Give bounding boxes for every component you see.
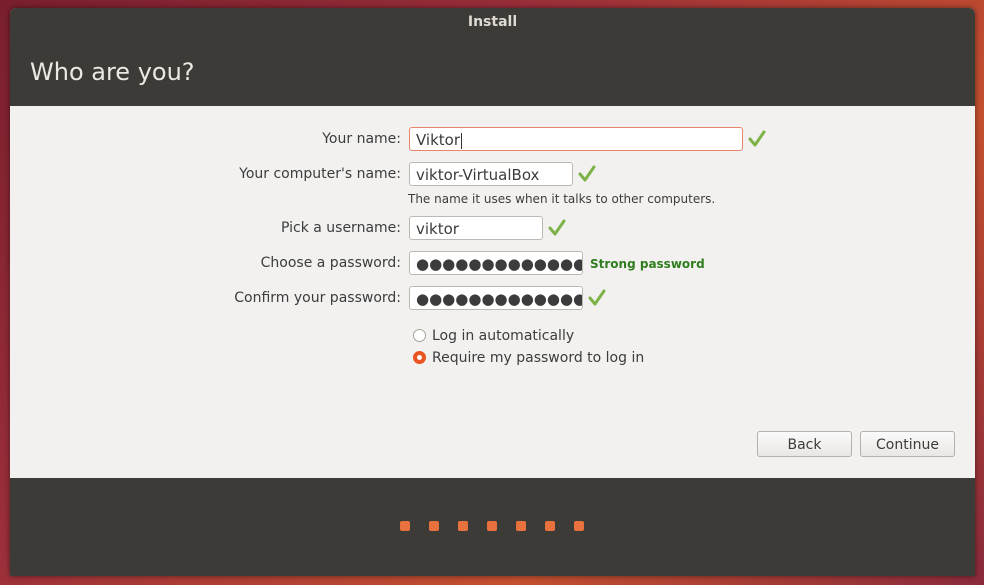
- footer: [10, 478, 975, 576]
- continue-button[interactable]: Continue: [860, 431, 955, 457]
- computer-name-label: Your computer's name:: [239, 166, 401, 182]
- progress-dot: [574, 521, 584, 531]
- progress-dot: [458, 521, 468, 531]
- installer-window: Install Who are you? Your name: Viktor Y…: [10, 8, 975, 576]
- username-value: viktor: [416, 220, 459, 238]
- computer-name-hint: The name it uses when it talks to other …: [408, 192, 716, 206]
- checkmark-icon: [548, 219, 566, 236]
- computer-name-value: viktor-VirtualBox: [416, 166, 540, 184]
- text-cursor: [461, 132, 463, 149]
- window-title: Install: [10, 8, 975, 36]
- password-strength: Strong password: [590, 257, 705, 271]
- progress-dot: [429, 521, 439, 531]
- page-title: Who are you?: [30, 58, 195, 86]
- username-field[interactable]: viktor: [409, 216, 543, 240]
- checkmark-icon: [748, 130, 766, 147]
- name-field[interactable]: Viktor: [409, 127, 743, 151]
- computer-name-field[interactable]: viktor-VirtualBox: [409, 162, 573, 186]
- require-password-label: Require my password to log in: [432, 350, 645, 366]
- header: Who are you?: [10, 36, 975, 106]
- checkmark-icon: [588, 289, 606, 306]
- confirm-password-value: ●●●●●●●●●●●●●: [416, 290, 583, 308]
- login-automatically-option[interactable]: Log in automatically: [413, 328, 574, 344]
- progress-dot: [400, 521, 410, 531]
- require-password-option[interactable]: Require my password to log in: [413, 350, 644, 366]
- progress-dot: [487, 521, 497, 531]
- login-automatically-label: Log in automatically: [432, 328, 575, 344]
- user-form: Your name: Viktor Your computer's name: …: [10, 106, 975, 478]
- radio-checked-icon[interactable]: [413, 350, 426, 364]
- checkmark-icon: [578, 165, 596, 182]
- confirm-password-label: Confirm your password:: [234, 290, 401, 306]
- progress-dot: [545, 521, 555, 531]
- back-button[interactable]: Back: [757, 431, 852, 457]
- password-field[interactable]: ●●●●●●●●●●●●●: [409, 251, 583, 275]
- password-label: Choose a password:: [260, 255, 401, 271]
- name-value: Viktor: [416, 131, 461, 149]
- name-label: Your name:: [322, 131, 401, 147]
- radio-unchecked-icon[interactable]: [413, 328, 426, 342]
- confirm-password-field[interactable]: ●●●●●●●●●●●●●: [409, 286, 583, 310]
- progress-dot: [516, 521, 526, 531]
- password-value: ●●●●●●●●●●●●●: [416, 255, 583, 273]
- username-label: Pick a username:: [280, 220, 401, 236]
